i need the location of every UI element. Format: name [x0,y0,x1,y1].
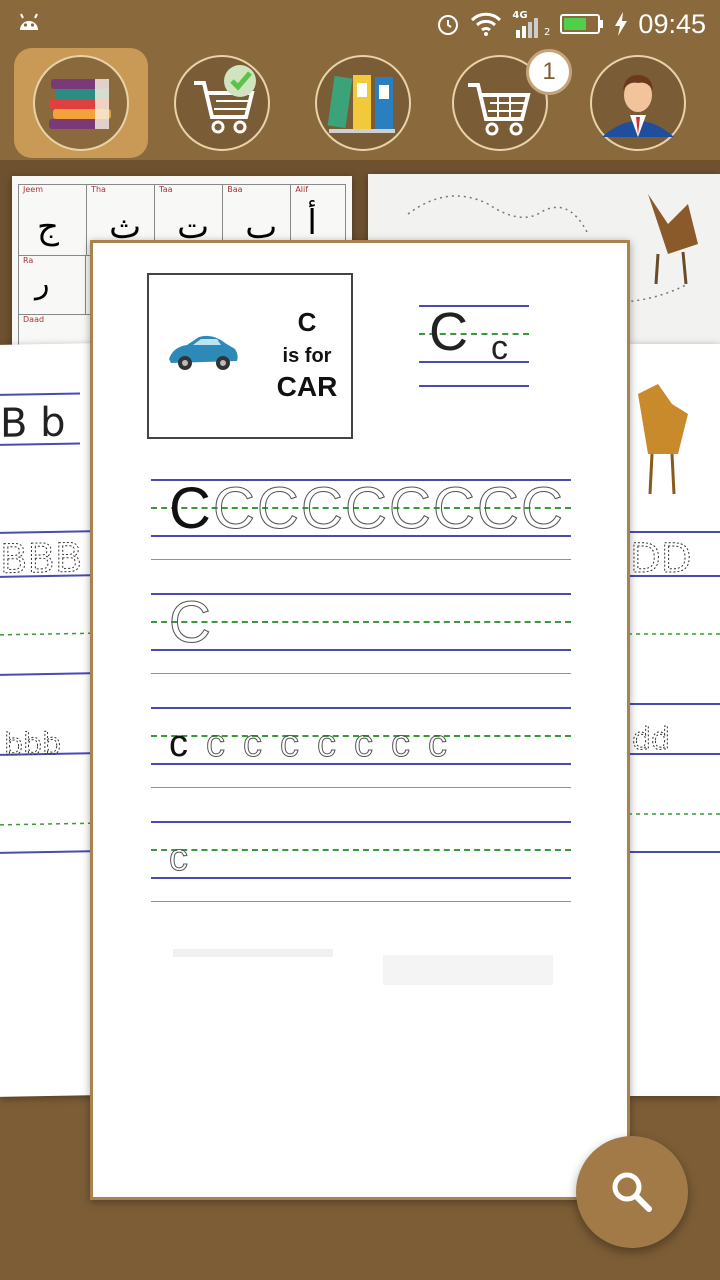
letter-caption-word: CAR [276,371,338,402]
svg-text:B b: B b [0,400,66,447]
sample-lower-letter: c [491,329,508,367]
tab-folders[interactable] [315,55,411,151]
trace-letter: C [389,476,432,542]
faint-footer-mark [383,955,553,985]
grid-header: Taa [159,185,173,194]
sample-upper-letter: C [429,302,468,362]
trace-letter: C [345,476,388,542]
trace-letter: c [206,723,226,766]
top-nav: 1 [0,48,720,160]
trace-letter: c [243,723,263,766]
signal-icon [516,18,539,38]
book-card-deer[interactable]: DD dd [628,344,720,1096]
letter-caption-letter: C [297,307,317,337]
profile-avatar-icon [602,75,674,137]
trace-letter-lowercase-single: c [169,837,189,880]
trace-letter: c [280,723,300,766]
letter-caption-is-for: is for [282,345,332,367]
trace-letter: C [433,476,476,542]
practice-row-uppercase: C C C C C C C C C [169,475,565,542]
search-icon [612,1172,652,1212]
grid-header: Jeem [23,185,43,194]
practice-row-lowercase: c c c c c c c c [169,723,465,766]
trace-letter: C [257,476,300,542]
svg-text:bbb: bbb [4,727,61,763]
trace-letter: c [391,723,411,766]
grid-header: Tha [91,185,106,194]
svg-text:dd: dd [632,722,670,757]
sample-letters: C c [419,302,529,389]
cart-check-icon [194,65,256,134]
trace-letter: C [301,476,344,542]
book-card-letter-c[interactable]: C is for CAR C c C C C C C C C C C C c c… [90,240,630,1200]
android-icon [20,13,38,30]
svg-text:BBB: BBB [0,535,82,582]
grid-letter: أ [307,203,317,243]
car-image [169,335,238,370]
alarm-icon [438,15,459,35]
sim-slot: 2 [544,27,551,38]
grid-header: Baa [227,185,243,194]
deer-worksheet: DD dd [628,384,720,853]
trace-letter: C [213,476,256,542]
trace-letter: c [169,723,188,765]
battery-icon [560,14,604,34]
trace-letter: C [521,476,564,542]
practice-area: C C C C C C C C C C c c c c c c c c c [151,475,571,907]
trace-letter: C [169,476,211,541]
status-bar: 4G 2 09:45 [0,0,720,48]
charging-icon [615,12,628,36]
search-button[interactable] [576,1136,688,1248]
letter-b-worksheet: B b BBB bbb [0,392,90,854]
tab-completed-purchases[interactable] [174,55,270,151]
grid-header: Alif [295,185,309,194]
grid-header: Ra [23,256,34,265]
trace-letter: c [354,723,374,766]
cart-count-badge: 1 [526,49,572,95]
grid-header: Daad [23,315,45,324]
trace-letter: c [428,723,448,766]
folders-icon [327,75,395,133]
tab-library[interactable] [33,55,129,151]
clock: 09:45 [638,8,706,39]
svg-text:DD: DD [630,536,692,582]
cell-signal: 4G 2 [512,10,550,38]
trace-letter: c [317,723,337,766]
tab-profile[interactable] [590,55,686,151]
book-card-letter-b[interactable]: B b BBB bbb [0,343,96,1097]
trace-letter: C [477,476,520,542]
faint-footer-mark [173,949,333,957]
grid-letter: ج [37,207,59,247]
trace-letter-uppercase-single: C [169,590,212,656]
letter-picture-box: C is for CAR [147,273,353,439]
grid-letter: ر [35,266,50,301]
books-icon [49,79,111,129]
wifi-icon [471,12,502,36]
